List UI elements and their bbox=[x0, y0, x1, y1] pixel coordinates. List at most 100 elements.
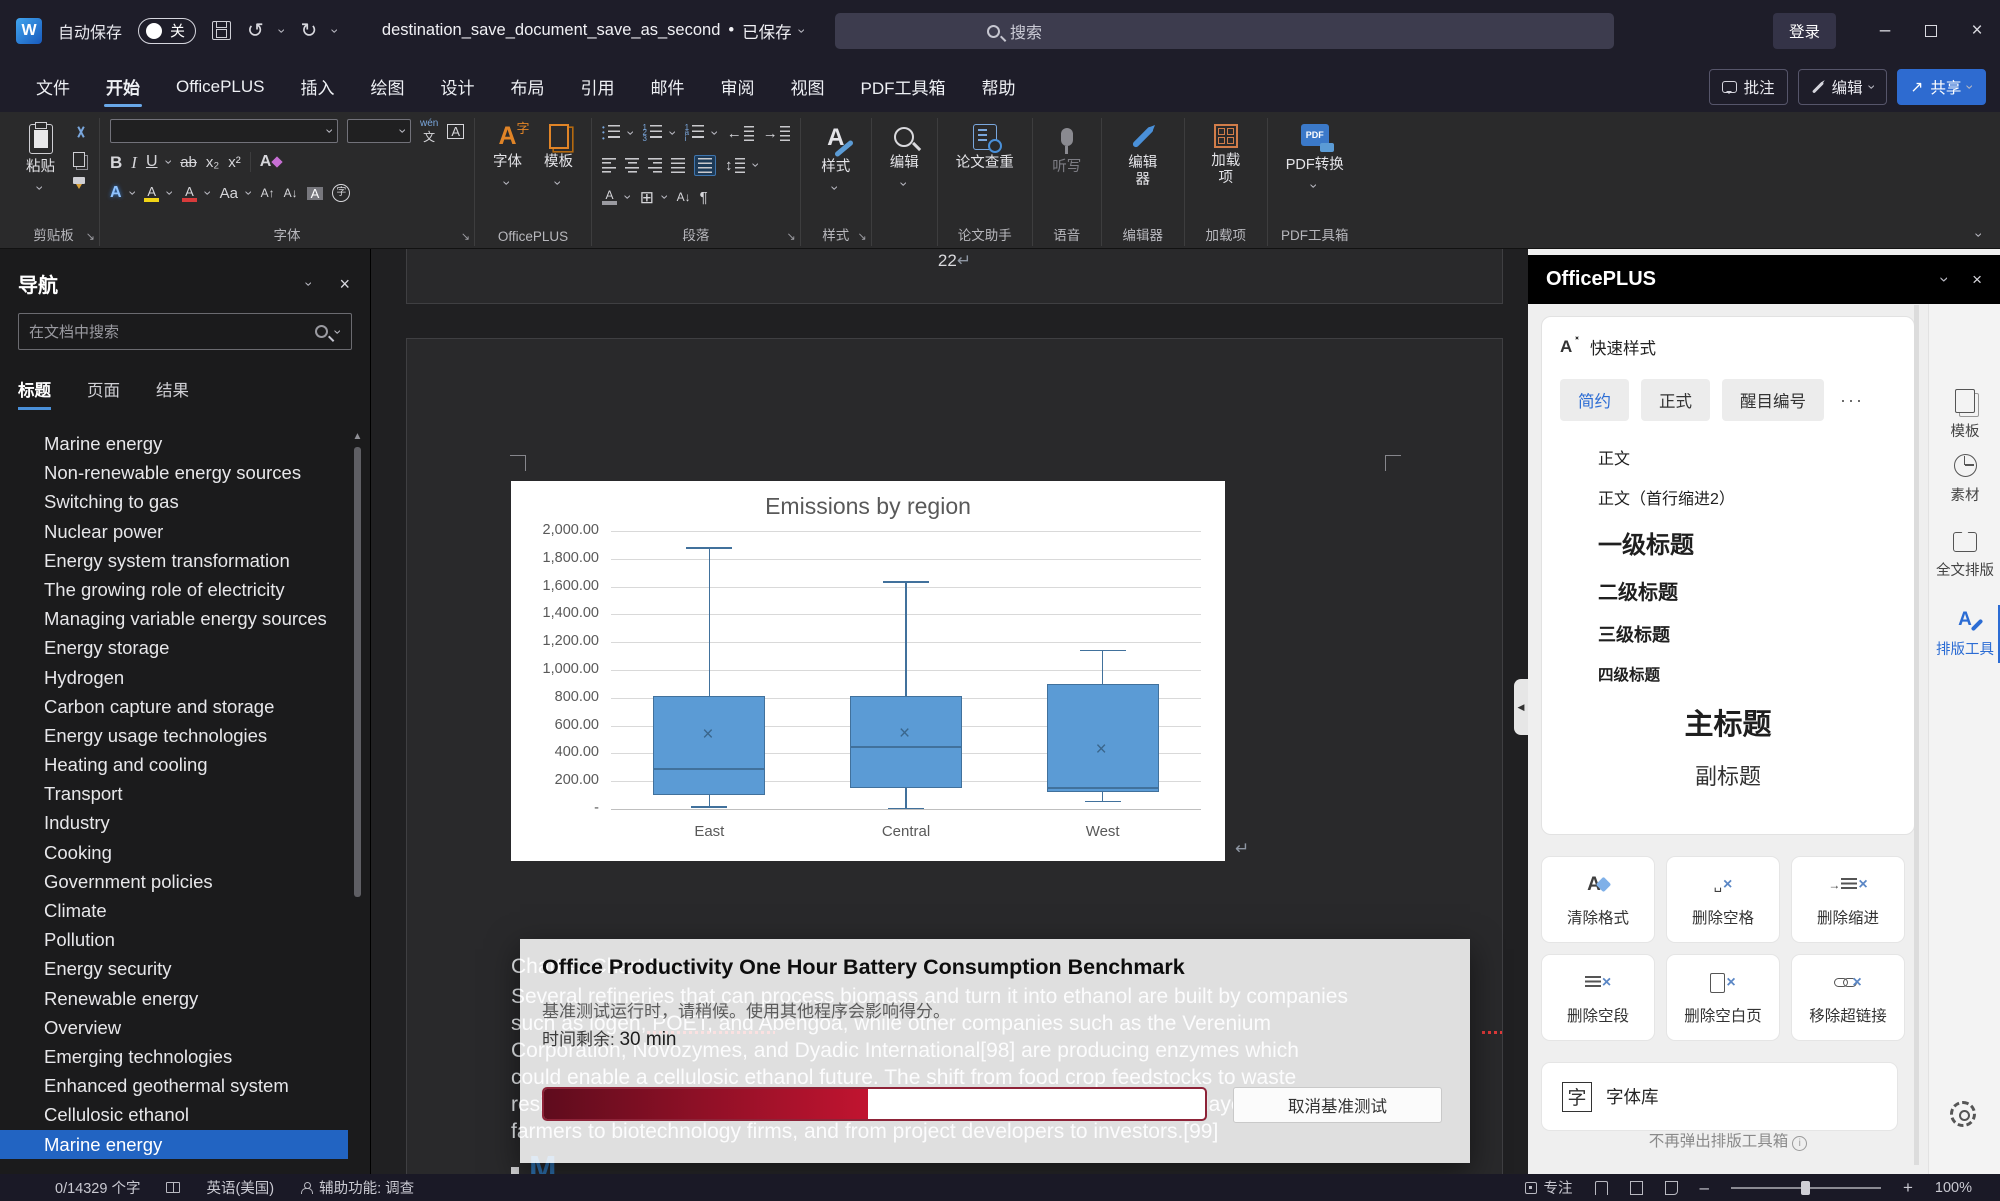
maximize-button[interactable] bbox=[1908, 0, 1954, 61]
panel-footer[interactable]: 不再弹出排版工具箱i bbox=[1528, 1129, 1928, 1151]
document-title[interactable]: destination_save_document_save_as_second… bbox=[382, 19, 804, 43]
comments-button[interactable]: 批注 bbox=[1709, 69, 1788, 105]
autosave-toggle[interactable]: 关 bbox=[138, 18, 196, 44]
accessibility-status[interactable]: 辅助功能: 调查 bbox=[300, 1177, 414, 1198]
nav-heading-item[interactable]: Enhanced geothermal system bbox=[0, 1071, 348, 1100]
text-effects-chevron-icon[interactable]: › bbox=[126, 191, 140, 196]
style-item-h2[interactable]: 二级标题 bbox=[1560, 568, 1896, 613]
strikethrough-button[interactable]: ab bbox=[180, 155, 197, 170]
nav-heading-item[interactable]: Climate bbox=[0, 896, 348, 925]
strip-item-模板[interactable]: 模板 bbox=[1929, 389, 2000, 441]
subscript-button[interactable]: x₂ bbox=[206, 155, 219, 170]
nav-heading-item[interactable]: Cooking bbox=[0, 838, 348, 867]
tool-button-删除缩进[interactable]: →×删除缩进 bbox=[1791, 856, 1905, 943]
pdf-convert-button[interactable]: PDF PDF转换 › bbox=[1278, 118, 1352, 199]
tab-插入[interactable]: 插入 bbox=[285, 64, 351, 109]
nav-search-input[interactable]: 在文档中搜索 › bbox=[18, 313, 352, 350]
change-case-button[interactable]: Aa bbox=[220, 186, 238, 201]
cut-icon[interactable] bbox=[73, 126, 89, 142]
quick-access-chevron-icon[interactable]: › bbox=[329, 28, 343, 33]
style-item-h3[interactable]: 三级标题 bbox=[1560, 613, 1896, 655]
nav-heading-item[interactable]: Carbon capture and storage bbox=[0, 692, 348, 721]
chart-box[interactable] bbox=[1047, 684, 1159, 792]
shading-button[interactable]: A bbox=[602, 189, 617, 205]
nav-search-chevron-icon[interactable]: › bbox=[332, 329, 346, 334]
tab-引用[interactable]: 引用 bbox=[565, 64, 631, 109]
sign-in-button[interactable]: 登录 bbox=[1773, 13, 1836, 49]
align-left-button[interactable] bbox=[602, 158, 616, 173]
nav-heading-item[interactable]: Energy system transformation bbox=[0, 546, 348, 575]
highlight-button[interactable]: A bbox=[144, 185, 159, 202]
phonetic-guide-button[interactable]: wén文 bbox=[420, 119, 438, 143]
strip-item-排版工具[interactable]: A排版工具 bbox=[1929, 609, 2000, 659]
shrink-font-button[interactable]: A↓ bbox=[284, 187, 298, 199]
increase-indent-button[interactable]: → bbox=[763, 126, 790, 141]
justify-button[interactable] bbox=[671, 158, 685, 173]
nav-heading-item[interactable]: Cellulosic ethanol bbox=[0, 1100, 348, 1129]
style-item-body[interactable]: 正文 bbox=[1560, 437, 1896, 477]
strip-item-素材[interactable]: 素材 bbox=[1929, 454, 2000, 505]
nav-scrollbar[interactable]: ▲ bbox=[351, 431, 364, 1161]
distributed-button[interactable] bbox=[694, 155, 716, 176]
clipboard-dialog-launcher-icon[interactable]: ↘ bbox=[86, 230, 95, 243]
tab-邮件[interactable]: 邮件 bbox=[635, 64, 701, 109]
nav-tab-标题[interactable]: 标题 bbox=[18, 377, 51, 410]
nav-scroll-up-icon[interactable]: ▲ bbox=[351, 431, 364, 442]
zoom-in-icon[interactable]: + bbox=[1903, 1178, 1913, 1198]
addins-button[interactable]: 加载项 bbox=[1195, 118, 1257, 192]
nav-heading-item[interactable]: Emerging technologies bbox=[0, 1042, 348, 1071]
bullets-chevron-icon[interactable]: › bbox=[624, 131, 638, 136]
grow-font-button[interactable]: A↑ bbox=[261, 187, 275, 199]
style-item-h1[interactable]: 一级标题 bbox=[1560, 517, 1896, 568]
nav-heading-item[interactable]: Nuclear power bbox=[0, 517, 348, 546]
tab-开始[interactable]: 开始 bbox=[90, 64, 156, 109]
editing-mode-button[interactable]: 编辑› bbox=[1798, 69, 1888, 105]
tab-PDF工具箱[interactable]: PDF工具箱 bbox=[845, 64, 962, 109]
italic-button[interactable]: I bbox=[131, 154, 137, 171]
copy-icon[interactable] bbox=[73, 152, 85, 167]
line-spacing-button[interactable]: ↕ bbox=[725, 158, 745, 173]
panel-chevron-icon[interactable]: › bbox=[1937, 277, 1954, 283]
officeplus-font-button[interactable]: A字 字体 › bbox=[485, 118, 530, 226]
tool-button-删除空段[interactable]: ×删除空段 bbox=[1541, 954, 1655, 1041]
search-box[interactable]: 搜索 bbox=[835, 13, 1614, 49]
change-case-chevron-icon[interactable]: › bbox=[242, 191, 256, 196]
proofing-icon[interactable] bbox=[166, 1182, 180, 1193]
panel-collapse-tab[interactable]: ◀ bbox=[1514, 679, 1528, 735]
nav-heading-item[interactable]: Managing variable energy sources bbox=[0, 604, 348, 633]
style-item-sub[interactable]: 副标题 bbox=[1560, 751, 1896, 799]
minimize-button[interactable]: – bbox=[1862, 0, 1908, 61]
style-item-h4[interactable]: 四级标题 bbox=[1560, 655, 1896, 693]
nav-pane-close-icon[interactable]: × bbox=[339, 275, 350, 293]
style-chip-简约[interactable]: 简约 bbox=[1560, 379, 1629, 421]
highlight-chevron-icon[interactable]: › bbox=[164, 191, 178, 196]
cancel-benchmark-button[interactable]: 取消基准测试 bbox=[1233, 1087, 1442, 1123]
style-chip-正式[interactable]: 正式 bbox=[1641, 379, 1710, 421]
editing-button[interactable]: 编辑 › bbox=[882, 118, 927, 197]
nav-heading-item[interactable]: Renewable energy bbox=[0, 984, 348, 1013]
nav-heading-item[interactable]: Hydrogen bbox=[0, 663, 348, 692]
character-border-button[interactable]: A bbox=[447, 124, 464, 139]
nav-heading-item[interactable]: The growing role of electricity bbox=[0, 575, 348, 604]
emissions-chart[interactable]: Emissions by region -200.00400.00600.008… bbox=[511, 481, 1225, 861]
bullets-button[interactable] bbox=[602, 125, 620, 142]
enclose-characters-button[interactable]: 字 bbox=[332, 184, 350, 202]
font-dialog-launcher-icon[interactable]: ↘ bbox=[461, 230, 470, 243]
tool-button-移除超链接[interactable]: ×移除超链接 bbox=[1791, 954, 1905, 1041]
shading-chevron-icon[interactable]: › bbox=[621, 195, 635, 200]
align-right-button[interactable] bbox=[648, 158, 662, 173]
borders-button[interactable]: ⊞ bbox=[640, 189, 654, 206]
undo-chevron-icon[interactable]: › bbox=[275, 28, 289, 33]
panel-close-icon[interactable]: × bbox=[1972, 271, 1982, 288]
tab-OfficePLUS[interactable]: OfficePLUS bbox=[160, 67, 281, 107]
print-layout-icon[interactable] bbox=[1630, 1181, 1643, 1195]
zoom-slider[interactable] bbox=[1731, 1187, 1881, 1189]
underline-chevron-icon[interactable]: › bbox=[162, 160, 176, 165]
tab-审阅[interactable]: 审阅 bbox=[705, 64, 771, 109]
nav-heading-item[interactable]: Energy storage bbox=[0, 633, 348, 662]
chips-more-button[interactable]: ··· bbox=[1840, 390, 1864, 411]
nav-heading-item[interactable]: Switching to gas bbox=[0, 487, 348, 516]
nav-heading-item[interactable]: Non-renewable energy sources bbox=[0, 458, 348, 487]
zoom-level[interactable]: 100% bbox=[1935, 1180, 1972, 1196]
nav-tab-结果[interactable]: 结果 bbox=[156, 377, 189, 410]
